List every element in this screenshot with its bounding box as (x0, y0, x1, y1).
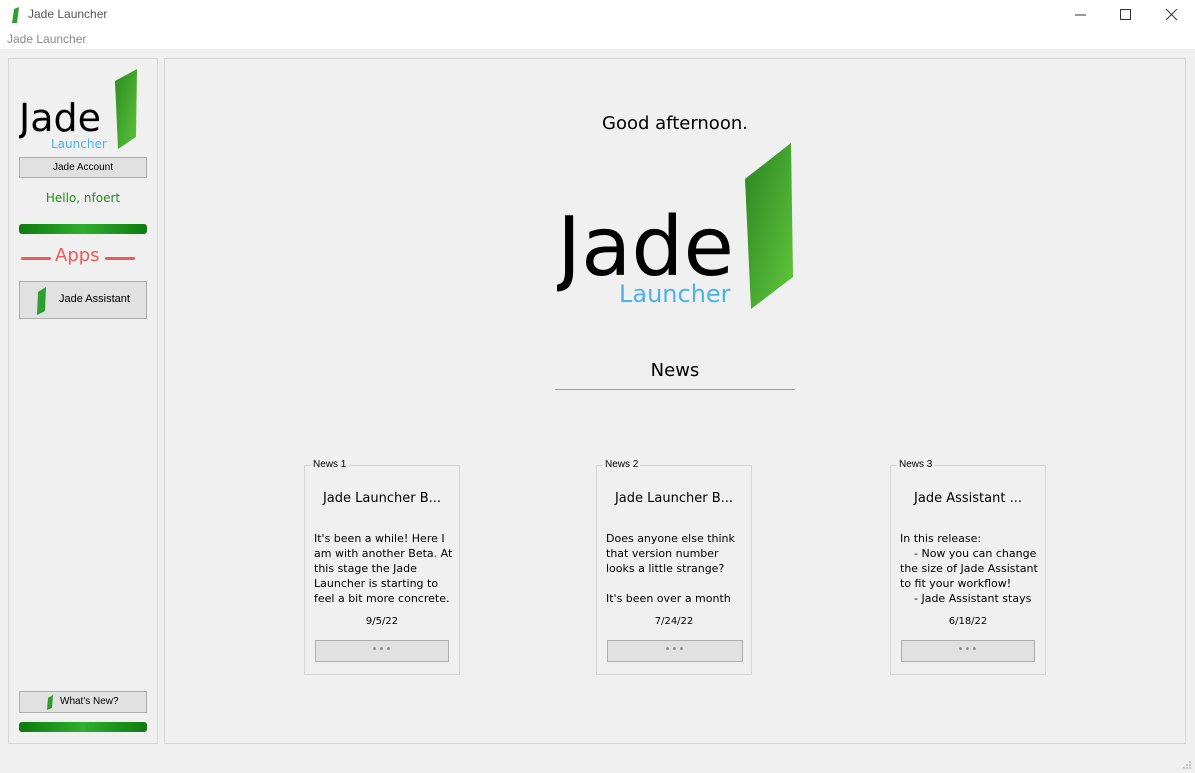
whats-new-button[interactable]: What's New? (19, 691, 147, 713)
title-bar: Jade Launcher (0, 0, 1195, 30)
news-card-title: Jade Launcher B... (614, 491, 734, 506)
minimize-icon (1075, 14, 1086, 16)
jade-launcher-logo: Jade Launcher (557, 143, 793, 309)
greeting-user: Hello, nfoert (45, 191, 121, 205)
maximize-icon (1120, 9, 1131, 20)
minimize-button[interactable] (1058, 0, 1104, 30)
news-more-button[interactable]: ••• (315, 640, 449, 662)
apps-heading-label: Apps (55, 245, 100, 266)
divider (555, 389, 795, 390)
logo-word: Jade (19, 96, 101, 140)
news-card-date: 7/24/22 (654, 616, 694, 627)
jade-launcher-logo: Jade Launcher (19, 69, 137, 151)
news-card-body: Does anyone else think that version numb… (606, 532, 735, 605)
divider (105, 257, 135, 260)
resize-grip-icon[interactable] (1182, 760, 1192, 770)
jade-leaf-icon (47, 695, 53, 710)
status-bar (19, 722, 147, 732)
news-card: News 1 Jade Launcher B... It's been a wh… (304, 459, 460, 675)
news-card-body: In this release: - Now you can change th… (900, 532, 1038, 605)
news-card-legend: News 2 (603, 459, 641, 470)
jade-app-icon (12, 7, 19, 23)
news-card-legend: News 1 (311, 459, 349, 470)
jade-account-button[interactable]: Jade Account (19, 157, 147, 178)
news-more-button[interactable]: ••• (901, 640, 1035, 662)
menubar-label: Jade Launcher (7, 32, 87, 46)
main-panel: Good afternoon. Jade Launcher News News … (164, 58, 1186, 744)
maximize-button[interactable] (1103, 0, 1149, 30)
news-card-legend: News 3 (897, 459, 935, 470)
news-card-title: Jade Launcher B... (322, 491, 442, 506)
news-card-date: 9/5/22 (365, 616, 399, 627)
news-heading: News (650, 360, 700, 381)
news-card-title: Jade Assistant ... (914, 491, 1022, 506)
app-button-jade-assistant[interactable]: Jade Assistant (19, 281, 147, 319)
divider (21, 257, 51, 260)
menu-bar: Jade Launcher (0, 30, 1195, 49)
jade-leaf-icon (37, 287, 46, 315)
whats-new-label: What's New? (60, 696, 119, 707)
close-icon (1166, 9, 1178, 21)
sidebar: Jade Launcher Jade Account Hello, nfoert… (8, 58, 158, 744)
news-card: News 2 Jade Launcher B... Does anyone el… (596, 459, 752, 675)
app-button-label: Jade Assistant (59, 293, 130, 305)
apps-heading: Apps (21, 245, 137, 269)
more-icon: ••• (957, 644, 979, 655)
news-more-button[interactable]: ••• (607, 640, 743, 662)
more-icon: ••• (664, 644, 686, 655)
news-card-date: 6/18/22 (948, 616, 988, 627)
logo-sub: Launcher (51, 137, 107, 151)
more-icon: ••• (371, 644, 393, 655)
close-button[interactable] (1149, 0, 1195, 30)
greeting-text: Good afternoon. (602, 113, 748, 134)
window-title: Jade Launcher (28, 7, 108, 21)
news-card: News 3 Jade Assistant ... In this releas… (890, 459, 1046, 675)
logo-sub: Launcher (619, 280, 731, 308)
news-card-body: It's been a while! Here I am with anothe… (314, 532, 453, 605)
status-bar (19, 224, 147, 234)
